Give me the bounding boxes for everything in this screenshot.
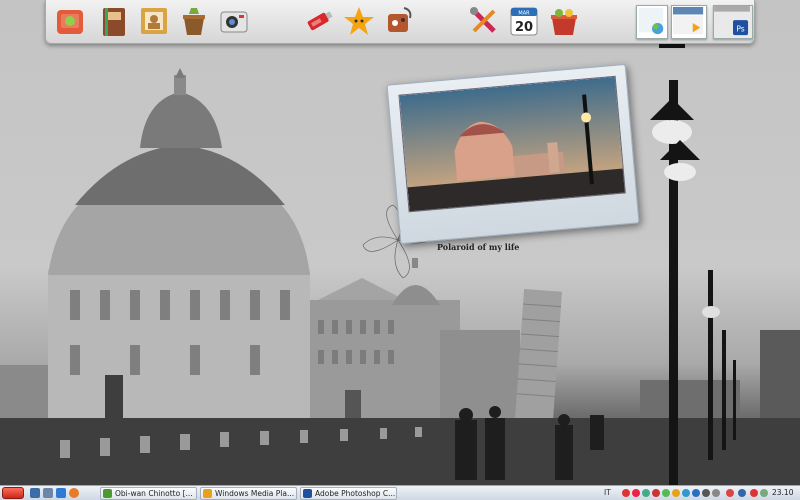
calendar-icon[interactable]: MAR 20 bbox=[506, 3, 542, 39]
address-book-icon[interactable] bbox=[96, 3, 132, 39]
task-button-1[interactable]: Windows Media Pla... bbox=[200, 487, 297, 500]
polaroid-caption: Polaroid of my life bbox=[437, 242, 520, 252]
tray-info-icon[interactable] bbox=[692, 489, 700, 497]
window-thumbnail-2[interactable] bbox=[671, 5, 707, 39]
window-thumbnail-3[interactable]: Ps bbox=[713, 5, 753, 39]
tray-green-icon[interactable] bbox=[642, 489, 650, 497]
picture-frame-icon[interactable] bbox=[136, 3, 172, 39]
polaroid-widget[interactable] bbox=[386, 63, 640, 245]
language-indicator[interactable]: IT bbox=[604, 488, 611, 497]
firefox-icon[interactable] bbox=[69, 488, 79, 498]
tray-update-icon[interactable] bbox=[750, 489, 758, 497]
start-button[interactable] bbox=[2, 487, 24, 499]
media-player-icon bbox=[203, 489, 212, 498]
task-label: Adobe Photoshop C... bbox=[315, 489, 396, 498]
tray-messenger-icon[interactable] bbox=[662, 489, 670, 497]
tray-network-icon[interactable] bbox=[682, 489, 690, 497]
tray-volume-icon[interactable] bbox=[712, 489, 720, 497]
tray-settings-icon[interactable] bbox=[702, 489, 710, 497]
calendar-day: 20 bbox=[515, 20, 533, 35]
tray-bluetooth-icon[interactable] bbox=[738, 489, 746, 497]
photoshop-icon bbox=[303, 489, 312, 498]
tray-flag-icon[interactable] bbox=[726, 489, 734, 497]
tray-media-icon[interactable] bbox=[672, 489, 680, 497]
taskbar: Obi-wan Chinotto [... Windows Media Pla.… bbox=[0, 485, 800, 500]
clock[interactable]: 23.10 bbox=[772, 488, 793, 497]
switch-windows-icon[interactable] bbox=[43, 488, 53, 498]
task-button-2[interactable]: Adobe Photoshop C... bbox=[300, 487, 397, 500]
star-icon[interactable] bbox=[341, 3, 377, 39]
show-desktop-icon[interactable] bbox=[30, 488, 40, 498]
tools-icon[interactable] bbox=[466, 3, 502, 39]
calendar-month: MAR bbox=[518, 11, 530, 17]
polaroid-camera-icon[interactable] bbox=[216, 3, 252, 39]
usb-drive-icon[interactable] bbox=[301, 3, 337, 39]
task-button-0[interactable]: Obi-wan Chinotto [... bbox=[100, 487, 197, 500]
task-label: Obi-wan Chinotto [... bbox=[115, 489, 193, 498]
task-label: Windows Media Pla... bbox=[215, 489, 295, 498]
recycle-basket-icon[interactable] bbox=[176, 3, 212, 39]
gift-basket-icon[interactable] bbox=[546, 3, 582, 39]
chat-app-icon bbox=[103, 489, 112, 498]
polaroid-photo bbox=[398, 75, 626, 213]
tray-red-icon[interactable] bbox=[632, 489, 640, 497]
dock-bar: MAR 20 Ps bbox=[45, 0, 755, 44]
tray-alert-icon[interactable] bbox=[622, 489, 630, 497]
photo-album-icon[interactable] bbox=[52, 3, 88, 39]
window-thumbnail-1[interactable] bbox=[636, 5, 668, 39]
photoshop-badge: Ps bbox=[736, 24, 744, 33]
ie-browser-icon[interactable] bbox=[56, 488, 66, 498]
tray-battery-icon[interactable] bbox=[760, 489, 768, 497]
gamepad-icon[interactable] bbox=[381, 3, 417, 39]
tray-antivirus-icon[interactable] bbox=[652, 489, 660, 497]
